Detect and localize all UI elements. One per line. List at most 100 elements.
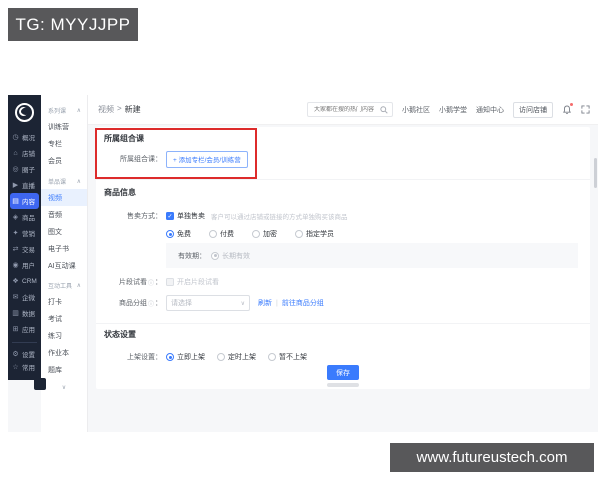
link-separator: | xyxy=(276,299,278,307)
radio-shelf-scheduled[interactable]: 定时上架 xyxy=(217,352,256,362)
sell-mode-label: 售卖方式： xyxy=(127,213,162,220)
bell-icon[interactable] xyxy=(562,102,573,115)
sidebar-item-homework[interactable]: 作业本 xyxy=(41,344,87,361)
wecom-icon: ✉ xyxy=(12,294,19,301)
sidebar-item-practice[interactable]: 练习 xyxy=(41,327,87,344)
caret-down-icon: ∨ xyxy=(240,300,245,307)
sidebar-item-trainingcamp[interactable]: 训练营 xyxy=(41,118,87,135)
sidebar-item-community[interactable]: ◎ 圈子 xyxy=(8,161,41,177)
app-logo-icon xyxy=(15,103,34,122)
sidebar-item-ebook[interactable]: 电子书 xyxy=(41,240,87,257)
radio-icon xyxy=(217,353,225,361)
radio-designated[interactable]: 指定学员 xyxy=(295,229,334,239)
group-header-tools[interactable]: 互动工具 ∧ xyxy=(41,278,87,293)
sidebar-item-goods[interactable]: ◈ 商品 xyxy=(8,209,41,225)
sidebar-item-frequent[interactable]: ☆ 常用 xyxy=(8,360,41,373)
trial-checkbox-label: 开启片段试看 xyxy=(177,279,219,286)
fullscreen-icon[interactable] xyxy=(581,104,591,115)
validity-label: 有效期： xyxy=(178,252,206,260)
info-icon[interactable]: ⓘ xyxy=(148,278,154,287)
sidebar-item-marketing[interactable]: ✦ 营销 xyxy=(8,225,41,241)
marketing-icon: ✦ xyxy=(12,230,19,237)
goods-icon: ◈ xyxy=(12,214,19,221)
shelf-row: 上架设置： 立即上架 定时上架 暂不上架 xyxy=(96,350,590,364)
sidebar-item-questionbank[interactable]: 题库 xyxy=(41,361,87,378)
apps-icon: ⊞ xyxy=(12,326,19,333)
group-row: 商品分组 ⓘ： 请选择 ∨ 刷新 | 前往商品分组 xyxy=(96,294,590,312)
radio-free[interactable]: 免费 xyxy=(166,229,191,239)
sidebar-item-data[interactable]: ▥ 数据 xyxy=(8,305,41,321)
radio-shelf-now[interactable]: 立即上架 xyxy=(166,352,205,362)
radio-encrypted[interactable]: 加密 xyxy=(252,229,277,239)
data-icon: ▥ xyxy=(12,310,19,317)
shop-icon: ⌂ xyxy=(13,149,18,157)
price-options-row: 免费 付费 加密 指定学员 xyxy=(96,228,590,240)
link-community[interactable]: 小鹅社区 xyxy=(402,105,430,115)
radio-shelf-later[interactable]: 暂不上架 xyxy=(268,352,307,362)
radio-selected-icon xyxy=(166,230,174,238)
refresh-link[interactable]: 刷新 xyxy=(258,298,272,308)
community-icon: ◎ xyxy=(12,166,19,173)
chevron-up-icon: ∧ xyxy=(76,283,81,289)
search-input[interactable] xyxy=(312,105,378,114)
group-label: 商品分组 ⓘ： xyxy=(118,299,162,308)
save-button[interactable]: 保存 xyxy=(327,365,359,380)
group-select[interactable]: 请选择 ∨ xyxy=(166,295,250,311)
link-academy[interactable]: 小鹅学堂 xyxy=(439,105,467,115)
sidebar-item-checkin[interactable]: 打卡 xyxy=(41,293,87,310)
form-card: 所属组合课 所属组合课： + 添加专栏/会员/训练营 商品信息 售卖方式： ✓ … xyxy=(95,127,590,389)
sidebar-collapse-handle[interactable] xyxy=(34,378,46,390)
sell-mode-row: 售卖方式： ✓ 单独售卖 客户可以通过店铺或链接的方式单独购买该商品 xyxy=(96,209,590,223)
sidebar-item-imagetext[interactable]: 图文 xyxy=(41,223,87,240)
sidebar-item-crm[interactable]: ❖ CRM xyxy=(8,273,41,289)
sidebar-item-apps[interactable]: ⊞ 应用 xyxy=(8,321,41,337)
group-header-series[interactable]: 系列课 ∧ xyxy=(41,103,87,118)
info-icon[interactable]: ⓘ xyxy=(148,299,154,308)
star-icon: ☆ xyxy=(12,363,19,371)
sidebar-item-shop[interactable]: ⌂ 店铺 xyxy=(8,145,41,161)
breadcrumb-parent[interactable]: 视频 xyxy=(98,104,114,115)
goto-group-link[interactable]: 前往商品分组 xyxy=(282,298,324,308)
sell-hint-text: 客户可以通过店铺或链接的方式单独购买该商品 xyxy=(211,214,348,221)
add-course-button[interactable]: + 添加专栏/会员/训练营 xyxy=(166,150,248,168)
user-icon: ◉ xyxy=(12,262,19,269)
vertical-scrollbar-thumb[interactable] xyxy=(594,158,597,188)
sidebar-item-video[interactable]: 视频 xyxy=(41,189,87,206)
sidebar-item-membership[interactable]: 会员 xyxy=(41,152,87,169)
chevron-up-icon: ∧ xyxy=(76,179,81,185)
sidebar-item-overview[interactable]: ◷ 概况 xyxy=(8,129,41,145)
section-title-combo: 所属组合课 xyxy=(104,134,144,143)
sidebar-item-wecom[interactable]: ✉ 企微 xyxy=(8,289,41,305)
sidebar-item-live[interactable]: ▶ 直播 xyxy=(8,177,41,193)
global-search xyxy=(307,102,393,117)
sell-checkbox-label[interactable]: 单独售卖 xyxy=(177,211,205,221)
secondary-sidebar: 系列课 ∧ 训练营 专栏 会员 单品课 ∧ 视频 音频 图文 电子书 AI互动课 互… xyxy=(41,95,88,432)
combo-label: 所属组合课： xyxy=(120,156,162,163)
sidebar-item-trade[interactable]: ⇄ 交易 xyxy=(8,241,41,257)
shelf-label: 上架设置： xyxy=(127,354,162,361)
overview-icon: ◷ xyxy=(12,134,19,141)
content-icon: ▤ xyxy=(12,198,19,205)
sidebar-item-exam[interactable]: 考试 xyxy=(41,310,87,327)
radio-icon xyxy=(252,230,260,238)
group-header-single[interactable]: 单品课 ∧ xyxy=(41,174,87,189)
radio-disabled-icon xyxy=(211,251,219,260)
sidebar-item-ai-course[interactable]: AI互动课 xyxy=(41,257,87,274)
validity-option: 长期有效 xyxy=(211,251,250,261)
sidebar-item-content[interactable]: ▤ 内容 xyxy=(10,193,39,209)
visit-shop-button[interactable]: 访问店铺 xyxy=(513,101,553,118)
radio-paid[interactable]: 付费 xyxy=(209,229,234,239)
horizontal-scrollbar-thumb[interactable] xyxy=(327,383,359,387)
sidebar-item-audio[interactable]: 音频 xyxy=(41,206,87,223)
search-icon xyxy=(380,105,388,114)
chevron-down-icon[interactable]: ∨ xyxy=(41,384,87,391)
sidebar-item-column[interactable]: 专栏 xyxy=(41,135,87,152)
sidebar-item-settings[interactable]: ⚙ 设置 xyxy=(8,347,41,360)
tg-contact-badge: TG: MYYJJPP xyxy=(8,8,138,41)
section-divider xyxy=(96,323,590,324)
radio-icon xyxy=(295,230,303,238)
breadcrumb-separator: > xyxy=(117,104,122,113)
sidebar-item-users[interactable]: ◉ 用户 xyxy=(8,257,41,273)
checkbox-checked-icon[interactable]: ✓ xyxy=(166,212,174,220)
link-notifications[interactable]: 通知中心 xyxy=(476,105,504,115)
